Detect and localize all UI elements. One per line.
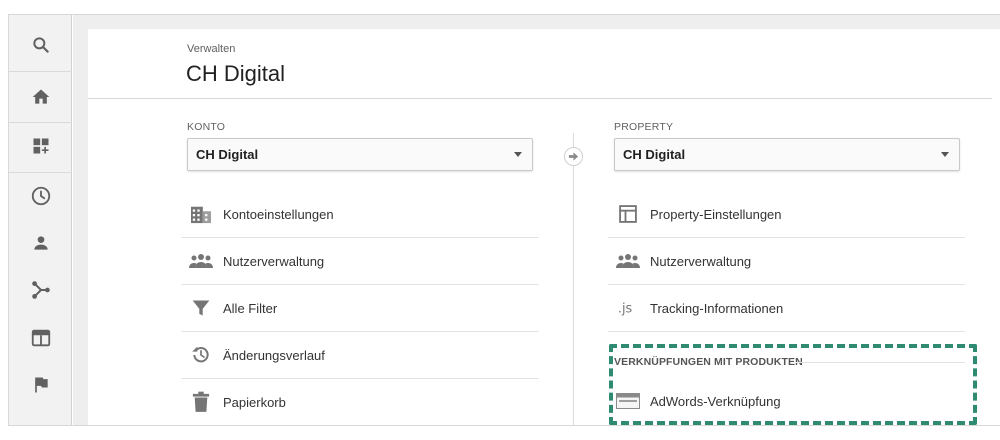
page-title: CH Digital xyxy=(186,61,286,86)
account-item-label: Änderungsverlauf xyxy=(223,347,325,363)
trash-icon xyxy=(189,390,213,414)
account-selected-value: CH Digital xyxy=(196,147,259,162)
layout-icon xyxy=(616,202,640,226)
account-item-change-history[interactable]: Änderungsverlauf xyxy=(181,332,539,378)
building-icon xyxy=(189,202,213,226)
conversions-flag-icon xyxy=(34,377,48,393)
account-item-settings[interactable]: Kontoeinstellungen xyxy=(181,191,539,237)
property-selector[interactable]: CH Digital xyxy=(614,138,960,171)
account-column-label: KONTO xyxy=(187,121,226,133)
frame-bottom-border xyxy=(8,425,1000,426)
rail-customization-button[interactable] xyxy=(9,123,72,169)
acquisition-icon xyxy=(31,281,50,299)
account-item-label: Nutzerverwaltung xyxy=(223,253,325,269)
property-item-label: Nutzerverwaltung xyxy=(650,253,752,269)
filter-icon xyxy=(189,296,213,320)
property-column-label: PROPERTY xyxy=(614,121,674,133)
account-item-label: Papierkorb xyxy=(223,394,286,410)
rail-behavior-button[interactable] xyxy=(9,315,72,361)
dropdown-caret-icon xyxy=(514,152,522,157)
row-divider xyxy=(608,331,965,332)
rail-conversions-button[interactable] xyxy=(9,362,72,408)
js-icon: .js xyxy=(616,296,640,320)
people-icon xyxy=(189,249,213,273)
account-item-trash[interactable]: Papierkorb xyxy=(181,379,539,425)
svg-text:.js: .js xyxy=(618,302,633,317)
property-selected-value: CH Digital xyxy=(623,147,686,162)
search-icon xyxy=(32,37,49,53)
home-icon xyxy=(32,89,49,104)
account-item-all-filters[interactable]: Alle Filter xyxy=(181,285,539,331)
account-item-label: Alle Filter xyxy=(223,300,278,316)
header-divider xyxy=(88,98,992,99)
rail-audience-button[interactable] xyxy=(9,220,72,266)
left-nav-rail xyxy=(8,15,72,425)
history-icon xyxy=(189,343,213,367)
rail-home-button[interactable] xyxy=(9,74,72,120)
property-item-user-management[interactable]: Nutzerverwaltung xyxy=(608,238,965,284)
highlight-box xyxy=(609,344,977,425)
behavior-icon xyxy=(31,329,50,347)
property-item-tracking-info[interactable]: .js Tracking-Informationen xyxy=(608,285,965,331)
audience-person-icon xyxy=(33,236,48,250)
rail-realtime-button[interactable] xyxy=(9,173,72,219)
breadcrumb: Verwalten xyxy=(187,43,236,55)
rail-acquisition-button[interactable] xyxy=(9,267,72,313)
rail-search-button[interactable] xyxy=(9,22,72,68)
account-item-label: Kontoeinstellungen xyxy=(223,206,334,222)
property-item-label: Property-Einstellungen xyxy=(650,206,782,222)
arrow-right-icon xyxy=(564,147,583,166)
realtime-clock-icon xyxy=(31,186,50,206)
dropdown-caret-icon xyxy=(941,152,949,157)
column-divider xyxy=(573,133,574,425)
property-item-settings[interactable]: Property-Einstellungen xyxy=(608,191,965,237)
customization-icon xyxy=(33,138,48,154)
account-selector[interactable]: CH Digital xyxy=(187,138,533,171)
people-icon xyxy=(616,249,640,273)
account-item-user-management[interactable]: Nutzerverwaltung xyxy=(181,238,539,284)
property-item-label: Tracking-Informationen xyxy=(650,300,784,316)
rail-divider xyxy=(9,71,72,72)
